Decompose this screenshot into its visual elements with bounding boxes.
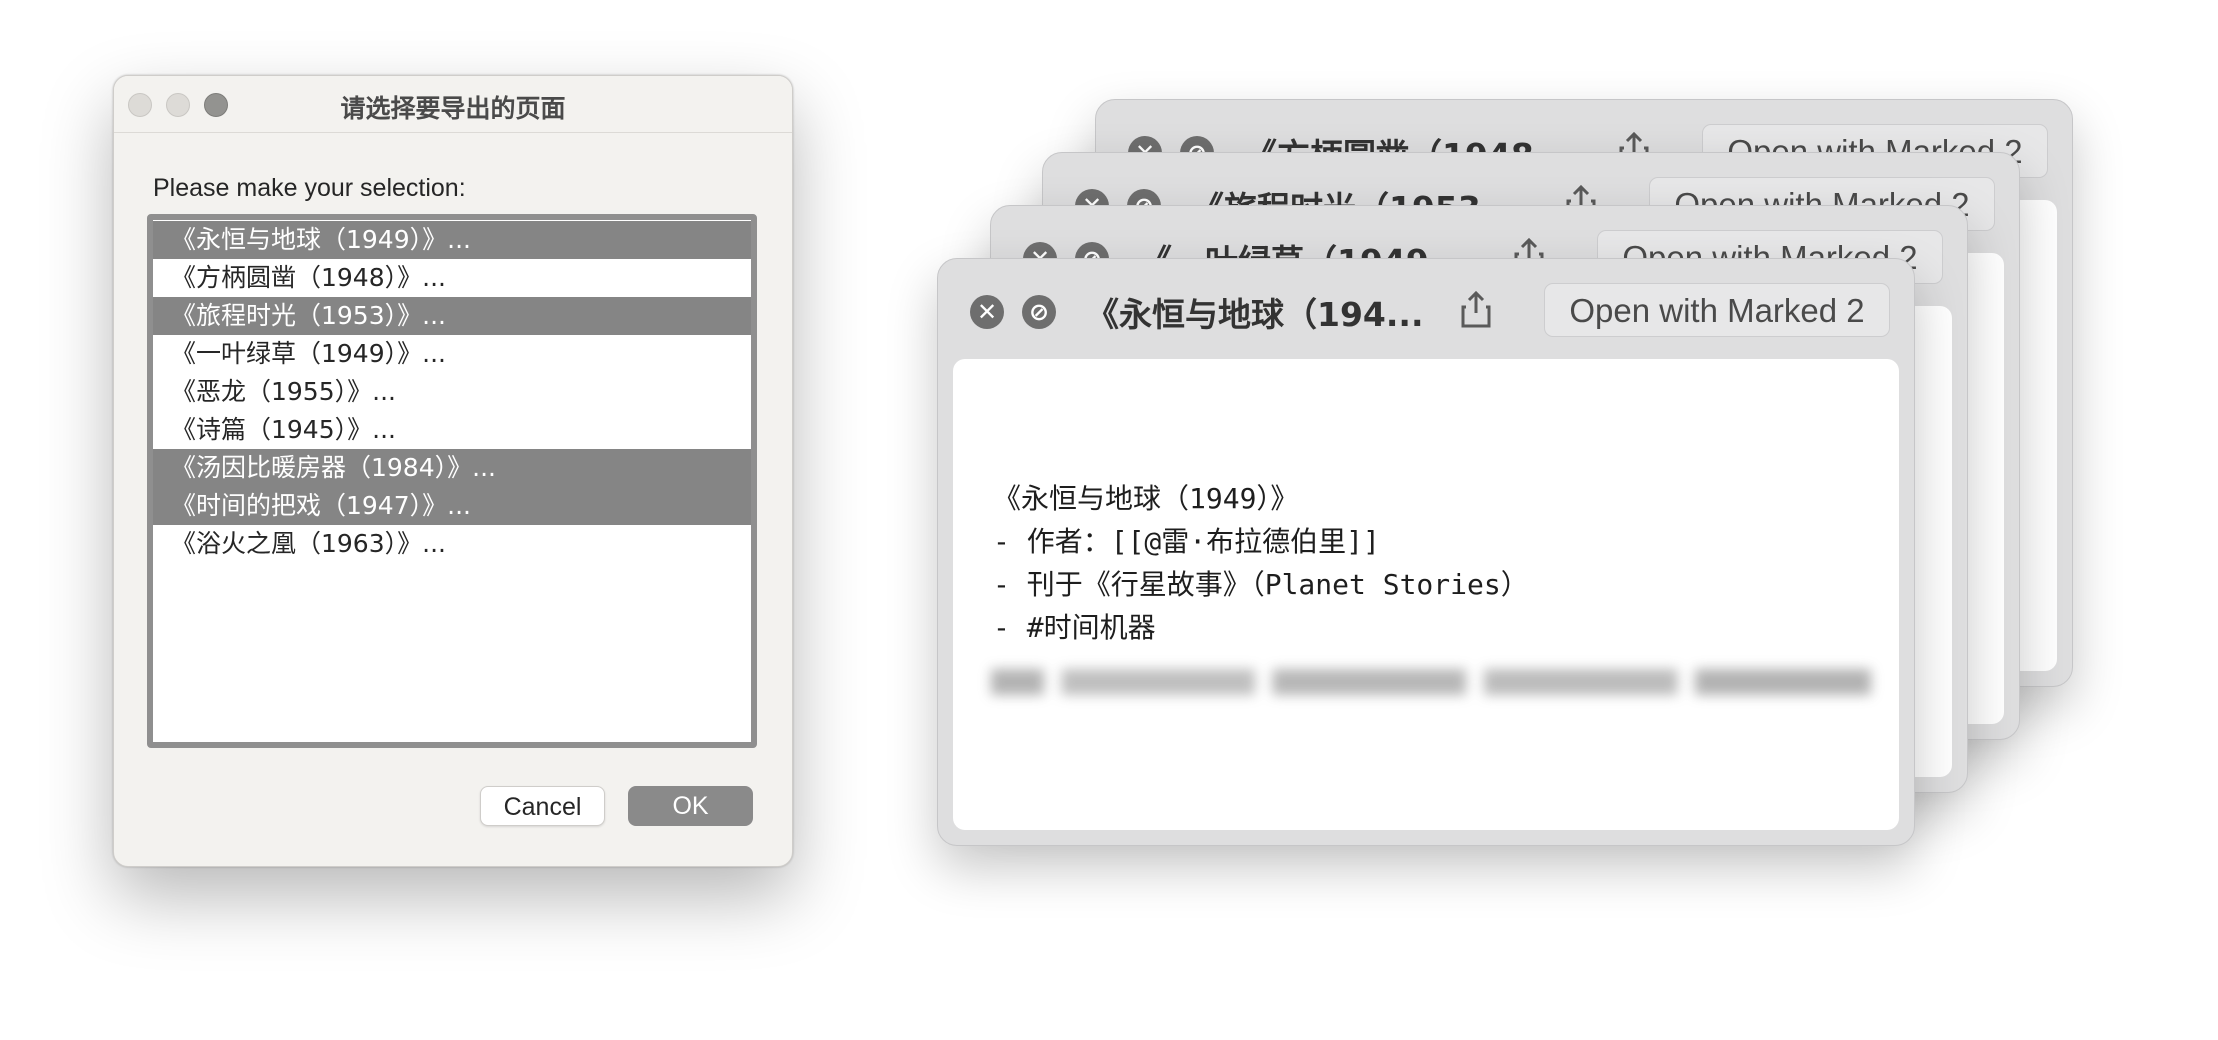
share-icon[interactable] xyxy=(1460,289,1492,329)
note-line: - 刊于《行星故事》（Planet Stories） xyxy=(993,568,1529,601)
list-item[interactable]: 《旅程时光（1953）》... xyxy=(153,297,751,335)
preview-content: 《永恒与地球（1949）》 - 作者：[[@雷·布拉德伯里]] - 刊于《行星故… xyxy=(953,359,1899,830)
selection-dialog: 请选择要导出的页面 Please make your selection: 《永… xyxy=(113,75,793,867)
list-item[interactable]: 《一叶绿草（1949）》... xyxy=(153,335,751,373)
note-line: 《永恒与地球（1949）》 xyxy=(993,482,1299,515)
cancel-button[interactable]: Cancel xyxy=(480,786,605,826)
note-text: 《永恒与地球（1949）》 - 作者：[[@雷·布拉德伯里]] - 刊于《行星故… xyxy=(993,477,1529,649)
list-item[interactable]: 《永恒与地球（1949）》... xyxy=(153,221,751,259)
list-item[interactable]: 《诗篇（1945）》... xyxy=(153,411,751,449)
page-list[interactable]: 《永恒与地球（1949）》... 《方柄圆凿（1948）》... 《旅程时光（195… xyxy=(147,214,757,748)
note-line: - #时间机器 xyxy=(993,611,1156,644)
list-item[interactable]: 《方柄圆凿（1948）》... xyxy=(153,259,751,297)
list-item[interactable]: 《恶龙（1955）》... xyxy=(153,373,751,411)
preview-window-1[interactable]: ✕ ⊘ 《永恒与地球（194... Open with Marked 2 《永恒… xyxy=(937,258,1915,846)
list-item[interactable]: 《时间的把戏（1947）》... xyxy=(153,487,751,525)
note-line: - 作者：[[@雷·布拉德伯里]] xyxy=(993,525,1380,558)
selection-prompt: Please make your selection: xyxy=(153,174,466,202)
blurred-text xyxy=(991,669,1871,695)
close-icon[interactable]: ✕ xyxy=(970,295,1004,329)
list-item[interactable]: 《汤因比暖房器（1984）》... xyxy=(153,449,751,487)
dialog-title: 请选择要导出的页面 xyxy=(340,94,566,123)
ok-button[interactable]: OK xyxy=(628,786,753,826)
preview-title: 《永恒与地球（194... xyxy=(1086,295,1424,334)
block-icon[interactable]: ⊘ xyxy=(1022,295,1056,329)
dialog-titlebar[interactable]: 请选择要导出的页面 xyxy=(114,76,792,133)
open-with-marked-button[interactable]: Open with Marked 2 xyxy=(1544,283,1890,337)
list-item[interactable]: 《浴火之凰（1963）》... xyxy=(153,525,751,563)
